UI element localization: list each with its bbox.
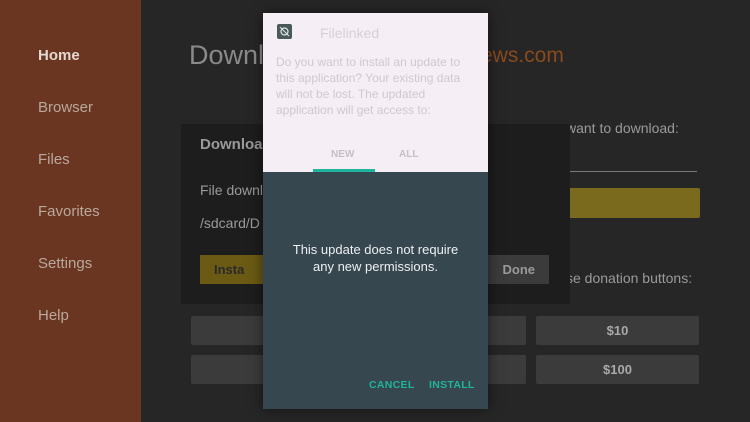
url-input[interactable]	[565, 171, 697, 172]
install-question: Do you want to install an update to this…	[276, 55, 461, 117]
sidebar-item-files[interactable]: Files	[38, 151, 70, 168]
donation-prompt: se donation buttons:	[566, 270, 693, 286]
go-button[interactable]	[561, 188, 700, 218]
url-prompt: want to download:	[566, 120, 679, 136]
install-button[interactable]: INSTALL	[429, 379, 475, 391]
download-done-button[interactable]: Done	[481, 255, 549, 284]
sidebar: Home Browser Files Favorites Settings He…	[0, 0, 141, 422]
app-name: Filelinked	[320, 25, 380, 41]
sidebar-item-favorites[interactable]: Favorites	[38, 203, 100, 220]
tab-new[interactable]: NEW	[331, 149, 354, 160]
sidebar-item-settings[interactable]: Settings	[38, 255, 92, 272]
download-dialog-title: Download	[200, 136, 272, 153]
donation-button-10[interactable]: $10	[536, 316, 699, 345]
permissions-message: This update does not require any new per…	[292, 242, 459, 274]
download-install-button[interactable]: Insta	[200, 255, 270, 284]
install-dialog: Filelinked Do you want to install an upd…	[263, 13, 488, 409]
sidebar-item-home[interactable]: Home	[38, 47, 80, 64]
install-dialog-body: This update does not require any new per…	[263, 172, 488, 409]
donation-button-100[interactable]: $100	[536, 355, 699, 384]
sidebar-item-help[interactable]: Help	[38, 307, 69, 324]
download-path-text: /sdcard/D	[200, 215, 260, 231]
sidebar-item-browser[interactable]: Browser	[38, 99, 93, 116]
tab-all[interactable]: ALL	[399, 149, 418, 160]
brand-text: ews.com	[481, 44, 564, 67]
download-status-text: File downl	[200, 182, 264, 198]
app-icon	[277, 24, 292, 39]
page-title: Downl	[189, 40, 265, 70]
install-dialog-header: Filelinked Do you want to install an upd…	[263, 13, 488, 172]
cancel-button[interactable]: CANCEL	[369, 379, 415, 391]
